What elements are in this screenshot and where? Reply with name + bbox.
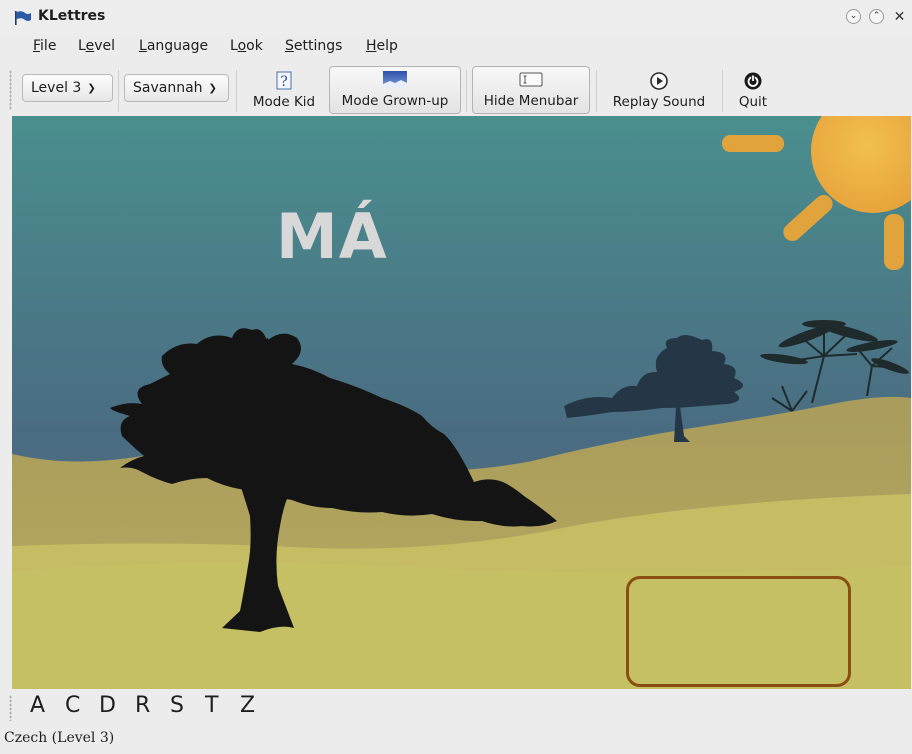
hide-menubar-button[interactable]: Hide Menubar [472,66,590,114]
menu-bar: File Level Language Look Settings Help [0,34,912,60]
menu-file[interactable]: File [33,38,56,54]
title-bar: KLettres ⌄ ⌃ ✕ [0,0,912,34]
letter-button-a[interactable]: A [30,693,45,718]
menu-help[interactable]: Help [366,38,398,54]
landscape-icon [383,71,407,88]
letter-button-s[interactable]: S [170,693,184,718]
close-button[interactable]: ✕ [892,9,907,24]
special-letters-bar: A C D R S T Z [0,689,912,725]
help-question-icon: ? [276,71,292,90]
klettres-flag-icon [15,11,31,25]
letter-button-r[interactable]: R [135,693,150,718]
toolbar-separator [236,70,237,112]
mode-kid-button[interactable]: ? Mode Kid [246,66,322,114]
toolbar-separator [118,70,119,112]
letter-button-z[interactable]: Z [240,693,255,718]
level-combo-label: Level 3 [31,80,82,96]
menu-level[interactable]: Level [78,38,115,54]
window-title: KLettres [38,8,106,24]
game-scene[interactable]: MÁ [12,116,911,689]
replay-sound-button[interactable]: Replay Sound [602,66,716,114]
main-toolbar: Level 3 ❯ Savannah ❯ ? Mode Kid Mode Gro… [0,62,912,116]
mode-grownup-button[interactable]: Mode Grown-up [329,66,461,114]
toolbar-separator [466,70,467,112]
target-word: MÁ [276,200,388,273]
maximize-button[interactable]: ⌃ [869,9,884,24]
menu-settings[interactable]: Settings [285,38,342,54]
chevron-down-icon: ❯ [208,82,217,94]
level-combo[interactable]: Level 3 ❯ [22,74,113,102]
answer-input-box[interactable] [626,576,851,687]
status-bar: Czech (Level 3) [0,725,912,754]
toolbar-separator [722,70,723,112]
letter-button-d[interactable]: D [99,693,116,718]
toolbar-grip[interactable] [9,70,12,110]
menu-look[interactable]: Look [230,38,263,54]
play-icon [650,72,668,90]
quit-button[interactable]: Quit [730,66,776,114]
menu-language[interactable]: Language [139,38,208,54]
power-icon [744,72,762,90]
chevron-down-icon: ❯ [87,82,96,94]
letter-button-c[interactable]: C [65,693,80,718]
toolbar-separator [596,70,597,112]
svg-text:?: ? [280,74,288,90]
letter-button-t[interactable]: T [205,693,218,718]
letters-grip[interactable] [9,695,12,721]
theme-combo[interactable]: Savannah ❯ [124,74,229,102]
minimize-button[interactable]: ⌄ [846,9,861,24]
theme-combo-label: Savannah [133,80,203,96]
menubar-icon [519,72,543,87]
status-text: Czech (Level 3) [4,730,115,746]
